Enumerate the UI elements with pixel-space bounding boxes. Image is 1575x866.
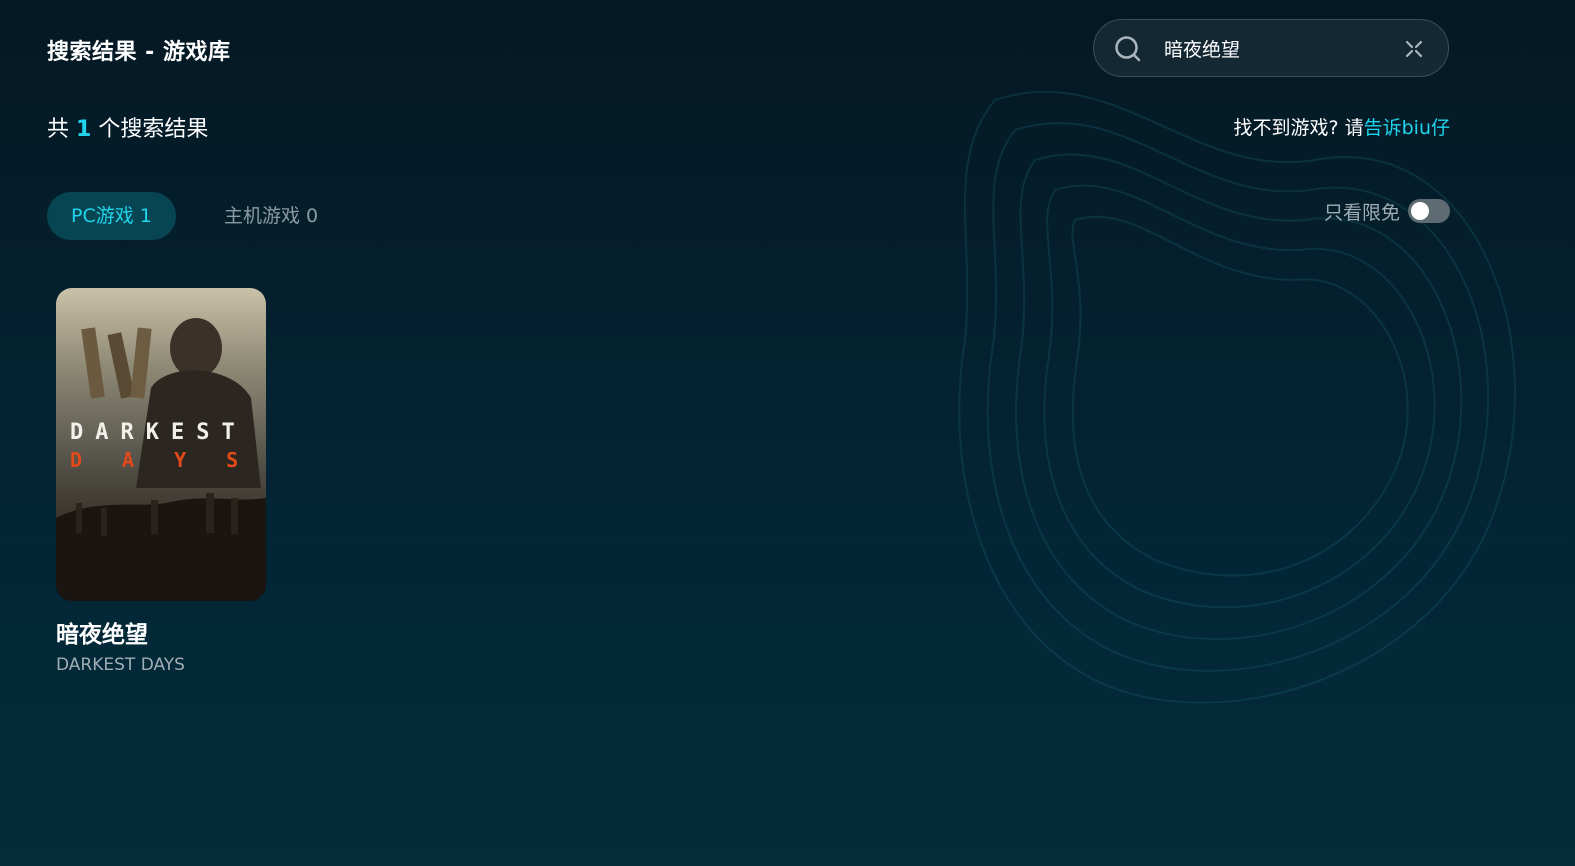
search-icon[interactable] xyxy=(1114,35,1142,63)
close-icon[interactable] xyxy=(1404,39,1424,59)
game-cover-image[interactable]: DARKEST DAYS xyxy=(56,288,266,601)
search-input[interactable] xyxy=(1164,32,1384,64)
tab-console-games[interactable]: 主机游戏 0 xyxy=(200,192,342,240)
result-count-prefix: 共 xyxy=(47,117,70,142)
toggle-knob xyxy=(1411,202,1429,220)
help-text: 找不到游戏? 请 xyxy=(1233,117,1364,139)
game-card[interactable]: DARKEST DAYS 暗夜绝望 DARKEST DAYS xyxy=(56,288,266,675)
free-only-label: 只看限免 xyxy=(1323,201,1400,224)
background-decoration xyxy=(958,90,1516,704)
cover-title-line1: DARKEST xyxy=(70,420,247,445)
result-count-number: 1 xyxy=(76,117,92,142)
feedback-link[interactable]: 告诉biu仔 xyxy=(1364,117,1450,139)
free-only-filter: 只看限免 xyxy=(1324,197,1450,225)
result-count: 共 1 个搜索结果 xyxy=(47,111,208,143)
result-count-suffix: 个搜索结果 xyxy=(98,117,209,142)
free-only-toggle[interactable] xyxy=(1408,199,1450,223)
cover-title-line2: DAYS xyxy=(70,448,266,472)
search-bar[interactable] xyxy=(1093,19,1449,77)
game-title[interactable]: 暗夜绝望 xyxy=(56,615,266,649)
tab-pc-games[interactable]: PC游戏 1 xyxy=(47,192,176,240)
game-english-title: DARKEST DAYS xyxy=(56,655,185,675)
page-title: 搜索结果 - 游戏库 xyxy=(47,40,231,65)
help-prompt: 找不到游戏? 请告诉biu仔 xyxy=(1233,113,1450,140)
